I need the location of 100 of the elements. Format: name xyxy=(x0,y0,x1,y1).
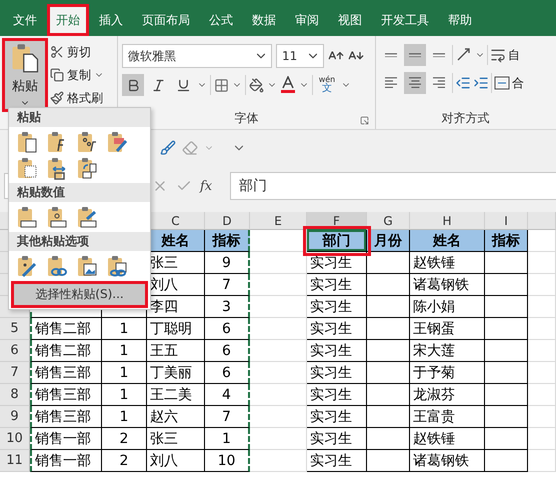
formula-field[interactable]: 部门 xyxy=(230,172,556,200)
ribbon-tab[interactable]: 视图 xyxy=(329,4,371,36)
vertical-align-button[interactable] xyxy=(404,44,426,66)
wrap-text-icon[interactable] xyxy=(490,47,506,63)
table-cell xyxy=(528,230,556,252)
align-icon xyxy=(384,52,398,58)
table-cell: 宋大莲 xyxy=(410,340,485,362)
clipboard-action[interactable]: 格式刷 xyxy=(50,88,104,108)
table-cell: 诸葛钢铁 xyxy=(410,274,485,296)
table-cell xyxy=(485,450,528,472)
dialog-launcher-icon[interactable] xyxy=(360,116,369,125)
row-header[interactable]: 9 xyxy=(0,406,30,428)
table-cell: 姓名 xyxy=(410,230,485,252)
align-icon xyxy=(408,77,422,89)
ribbon-tab[interactable]: 公式 xyxy=(200,4,242,36)
table-cell xyxy=(250,384,307,406)
clipboard-icon[interactable] xyxy=(45,205,69,229)
merge-icon[interactable] xyxy=(494,75,510,91)
ribbon-tab[interactable]: 开发工具 xyxy=(372,4,438,36)
scissors-icon xyxy=(50,45,64,59)
ribbon-tab[interactable]: 页面布局 xyxy=(133,4,199,36)
clipboard-action[interactable]: 复制 xyxy=(50,65,104,85)
paintbrush-icon xyxy=(50,91,64,105)
clipboard-icon[interactable] xyxy=(105,130,129,154)
table-cell xyxy=(485,406,528,428)
table-cell xyxy=(367,428,410,450)
paste-special-item[interactable]: 选择性粘贴(S)... xyxy=(13,283,146,306)
fill-color-icon[interactable] xyxy=(249,78,264,92)
table-cell xyxy=(485,318,528,340)
paste-button[interactable]: 粘贴 xyxy=(4,40,46,110)
row-header[interactable]: 8 xyxy=(0,384,30,406)
row-header[interactable]: 10 xyxy=(0,428,30,450)
clipboard-icon[interactable] xyxy=(75,205,99,229)
underline-icon xyxy=(176,78,190,92)
table-cell xyxy=(485,362,528,384)
table-cell xyxy=(367,318,410,340)
clipboard-icon[interactable] xyxy=(15,254,39,278)
row-header[interactable]: 5 xyxy=(0,318,30,340)
table-cell xyxy=(250,252,307,274)
row-header[interactable]: 11 xyxy=(0,450,30,472)
row-header[interactable]: 7 xyxy=(0,362,30,384)
copy-icon xyxy=(50,68,64,82)
table-cell xyxy=(367,274,410,296)
column-header[interactable]: E xyxy=(250,212,307,230)
font-name-select[interactable]: 微软雅黑 xyxy=(122,44,272,68)
ribbon-tab[interactable]: 文件 xyxy=(4,4,46,36)
italic-icon xyxy=(150,78,166,92)
outdent-icon[interactable] xyxy=(455,75,471,91)
table-cell: 于予菊 xyxy=(410,362,485,384)
table-cell: 6 xyxy=(205,340,250,362)
clipboard-action[interactable]: 剪切 xyxy=(50,42,104,62)
wrap-text-label[interactable]: 自 xyxy=(508,46,520,64)
clipboard-icon[interactable] xyxy=(105,254,129,278)
ribbon-tab[interactable]: 数据 xyxy=(243,4,285,36)
table-cell: 月份 xyxy=(367,230,410,252)
table-cell xyxy=(528,318,556,340)
table-cell: 1 xyxy=(102,362,147,384)
clipboard-icon[interactable] xyxy=(15,205,39,229)
clipboard-icon[interactable] xyxy=(75,156,99,180)
clipboard-icon[interactable] xyxy=(15,130,39,154)
ribbon-tab[interactable]: 开始 xyxy=(47,4,89,36)
ribbon-tab[interactable]: 帮助 xyxy=(439,4,481,36)
table-cell: 7 xyxy=(205,274,250,296)
table-cell xyxy=(528,450,556,472)
table-cell xyxy=(485,252,528,274)
table-cell: 丁美丽 xyxy=(147,362,205,384)
border-icon[interactable] xyxy=(214,78,229,92)
font-size-select[interactable]: 11 xyxy=(276,44,324,68)
horizontal-align-button[interactable] xyxy=(404,72,426,94)
row-header[interactable]: 6 xyxy=(0,340,30,362)
column-header[interactable]: G xyxy=(367,212,410,230)
clipboard-icon[interactable] xyxy=(15,156,39,180)
bold-button[interactable] xyxy=(122,74,144,96)
font-color-icon[interactable] xyxy=(280,76,296,94)
table-cell: 销售一部 xyxy=(30,428,102,450)
table-cell: 销售三部 xyxy=(30,384,102,406)
table-cell: 陈小娟 xyxy=(410,296,485,318)
table-cell xyxy=(528,252,556,274)
column-header[interactable]: D xyxy=(205,212,250,230)
indent-icon[interactable] xyxy=(473,75,489,91)
table-cell xyxy=(485,274,528,296)
column-header[interactable]: H xyxy=(410,212,485,230)
brush-icon[interactable] xyxy=(160,140,176,156)
insert-function-button[interactable]: fx xyxy=(200,178,222,194)
table-cell: 6 xyxy=(205,318,250,340)
merge-label[interactable]: 合 xyxy=(512,74,524,92)
table-cell xyxy=(367,340,410,362)
column-header[interactable]: I xyxy=(485,212,528,230)
clipboard-icon[interactable] xyxy=(75,254,99,278)
table-cell: 3 xyxy=(205,296,250,318)
table-cell: 实习生 xyxy=(307,318,367,340)
clipboard-icon[interactable] xyxy=(45,254,69,278)
ribbon-tab[interactable]: 插入 xyxy=(90,4,132,36)
phonetic-button[interactable]: wén 文 xyxy=(316,76,338,94)
table-cell: 销售三部 xyxy=(30,362,102,384)
clipboard-icon[interactable] xyxy=(75,130,99,154)
menu-section-title: 其他粘贴选项 xyxy=(17,233,89,250)
table-cell: 7 xyxy=(205,406,250,428)
table-cell xyxy=(367,362,410,384)
ribbon-tab[interactable]: 审阅 xyxy=(286,4,328,36)
